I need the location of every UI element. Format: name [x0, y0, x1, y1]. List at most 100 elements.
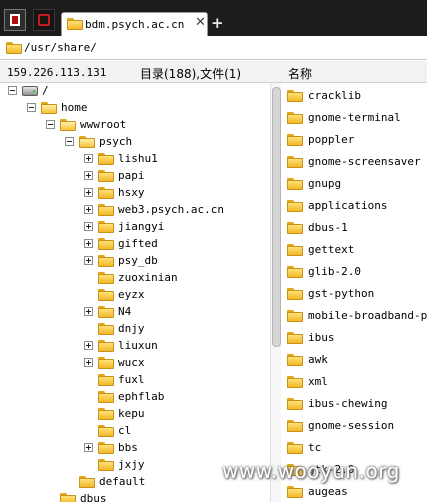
list-item[interactable]: dbus-1 — [281, 217, 427, 239]
folder-icon — [287, 134, 303, 146]
tree-node-label: gifted — [118, 237, 158, 250]
expand-icon[interactable] — [84, 239, 93, 248]
tree-node[interactable]: wwwroot — [0, 117, 270, 134]
path-input[interactable]: /usr/share/ — [24, 41, 97, 54]
tree-node-label: kepu — [118, 407, 145, 420]
list-item[interactable]: xml — [281, 371, 427, 393]
list-item[interactable]: tc — [281, 437, 427, 459]
folder-icon — [98, 459, 114, 471]
tree-node[interactable]: psych — [0, 134, 270, 151]
list-item[interactable]: augeas — [281, 481, 427, 502]
folder-icon — [287, 266, 303, 278]
drive-icon — [22, 86, 38, 96]
new-tab-button[interactable]: + — [211, 14, 224, 32]
watermark: www.wooyun.org — [222, 459, 400, 483]
directory-tree: / home wwwroot psych lishu1 papi hsxy web3.psyc… — [0, 83, 270, 502]
tree-node[interactable]: papi — [0, 168, 270, 185]
expand-icon[interactable] — [84, 256, 93, 265]
list-item[interactable]: gnome-session — [281, 415, 427, 437]
tree-node-label: liuxun — [118, 339, 158, 352]
folder-icon — [98, 255, 114, 267]
path-bar[interactable]: /usr/share/ — [0, 36, 427, 60]
tree-node[interactable]: web3.psych.ac.cn — [0, 202, 270, 219]
tree-node-label: cl — [118, 424, 132, 437]
tree-node-label: / — [42, 84, 49, 97]
collapse-icon[interactable] — [46, 120, 55, 129]
tree-node[interactable]: psy_db — [0, 253, 270, 270]
list-item[interactable]: mobile-broadband-pro — [281, 305, 427, 327]
expand-icon[interactable] — [84, 307, 93, 316]
folder-icon — [287, 398, 303, 410]
tree-node-label: lishu1 — [118, 152, 158, 165]
tab-active[interactable]: bdm.psych.ac.cn ✕ — [61, 12, 208, 36]
tree-node[interactable]: gifted — [0, 236, 270, 253]
expand-icon[interactable] — [84, 171, 93, 180]
tree-node-label: dbus — [80, 492, 107, 502]
expand-icon[interactable] — [84, 358, 93, 367]
expand-icon[interactable] — [84, 341, 93, 350]
scrollbar[interactable] — [270, 83, 281, 502]
folder-open-icon — [41, 102, 57, 114]
tree-node[interactable]: dbus — [0, 491, 270, 502]
list-item[interactable]: gnupg — [281, 173, 427, 195]
tree-node[interactable]: bbs — [0, 440, 270, 457]
tree-node[interactable]: eyzx — [0, 287, 270, 304]
expand-icon[interactable] — [84, 222, 93, 231]
list-item[interactable]: poppler — [281, 129, 427, 151]
folder-icon — [98, 306, 114, 318]
folder-icon — [98, 374, 114, 386]
folder-icon — [98, 221, 114, 233]
expand-icon[interactable] — [84, 188, 93, 197]
tree-node[interactable]: fuxl — [0, 372, 270, 389]
tree-node[interactable]: kepu — [0, 406, 270, 423]
list-item[interactable]: gettext — [281, 239, 427, 261]
column-header-name[interactable]: 名称 — [288, 65, 312, 82]
folder-icon — [98, 289, 114, 301]
folder-icon — [98, 340, 114, 352]
list-item[interactable]: gnome-terminal — [281, 107, 427, 129]
list-item[interactable]: gnome-screensaver — [281, 151, 427, 173]
tree-node[interactable]: jiangyi — [0, 219, 270, 236]
tree-node[interactable]: liuxun — [0, 338, 270, 355]
tree-node-label: eyzx — [118, 288, 145, 301]
list-item-label: gnome-screensaver — [308, 155, 421, 168]
tree-node[interactable]: dnjy — [0, 321, 270, 338]
tree-node[interactable]: hsxy — [0, 185, 270, 202]
list-item[interactable]: ibus-chewing — [281, 393, 427, 415]
list-item[interactable]: glib-2.0 — [281, 261, 427, 283]
app-menu-icon[interactable] — [4, 9, 26, 31]
list-item-label: augeas — [308, 485, 348, 498]
list-item[interactable]: ibus — [281, 327, 427, 349]
collapse-icon[interactable] — [65, 137, 74, 146]
collapse-icon[interactable] — [8, 86, 17, 95]
tree-node-label: papi — [118, 169, 145, 182]
tree-node[interactable]: N4 — [0, 304, 270, 321]
expand-icon[interactable] — [84, 443, 93, 452]
tree-node[interactable]: home — [0, 100, 270, 117]
collapse-icon[interactable] — [27, 103, 36, 112]
folder-icon — [287, 310, 303, 322]
tab-title: bdm.psych.ac.cn — [85, 18, 185, 31]
tree-node[interactable]: / — [0, 83, 270, 100]
scrollbar-thumb[interactable] — [272, 87, 281, 347]
list-item[interactable]: cracklib — [281, 85, 427, 107]
tree-node-label: fuxl — [118, 373, 145, 386]
expand-icon[interactable] — [84, 154, 93, 163]
tree-node[interactable]: wucx — [0, 355, 270, 372]
list-item[interactable]: awk — [281, 349, 427, 371]
folder-icon — [98, 408, 114, 420]
folder-icon — [287, 288, 303, 300]
tree-node[interactable]: cl — [0, 423, 270, 440]
list-item[interactable]: gst-python — [281, 283, 427, 305]
folder-icon — [98, 272, 114, 284]
close-icon[interactable]: ✕ — [195, 15, 206, 30]
tree-node[interactable]: lishu1 — [0, 151, 270, 168]
screenshot-icon[interactable] — [33, 9, 55, 31]
tree-node[interactable]: ephflab — [0, 389, 270, 406]
tree-node-label: hsxy — [118, 186, 145, 199]
expand-icon[interactable] — [84, 205, 93, 214]
tree-node[interactable]: zuoxinian — [0, 270, 270, 287]
list-item-label: poppler — [308, 133, 355, 146]
folder-icon — [287, 442, 303, 454]
list-item[interactable]: applications — [281, 195, 427, 217]
